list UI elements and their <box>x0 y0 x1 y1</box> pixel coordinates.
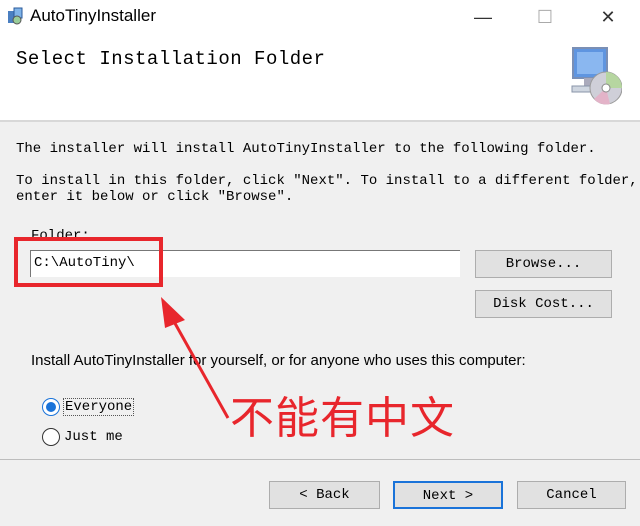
annotation-text: 不能有中文 <box>230 393 455 444</box>
next-button[interactable]: Next > <box>393 481 503 509</box>
cancel-button[interactable]: Cancel <box>517 481 626 509</box>
annotation-arrow-icon <box>161 297 230 419</box>
back-button[interactable]: < Back <box>269 481 380 509</box>
footer-divider <box>0 459 640 460</box>
